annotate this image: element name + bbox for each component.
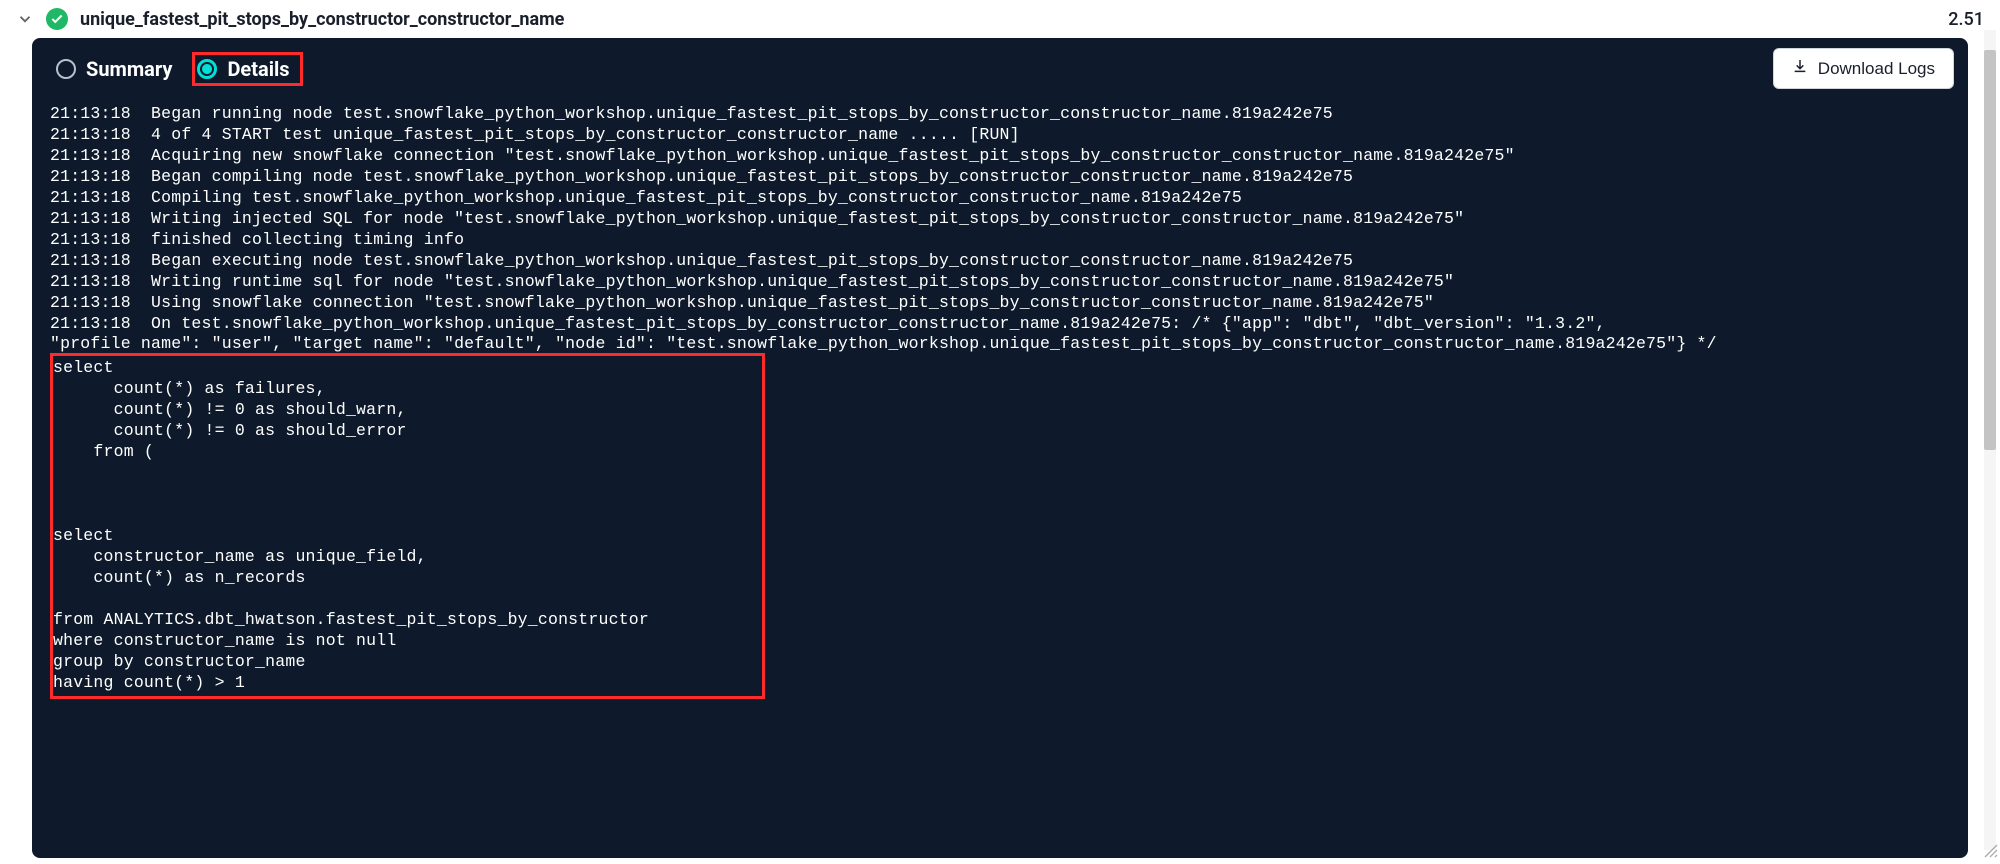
test-header: unique_fastest_pit_stops_by_constructor_… [0,0,2000,38]
download-logs-label: Download Logs [1818,59,1935,79]
console-panel: Summary Details Download Logs 21:13:18 B… [32,38,1968,858]
tab-details-label: Details [227,57,289,81]
tabs-row: Summary Details [50,52,1950,86]
log-output: 21:13:18 Began running node test.snowfla… [50,104,1950,699]
status-check-icon [46,8,68,30]
radio-active-icon [197,59,217,79]
collapse-chevron-icon[interactable] [16,10,34,28]
scrollbar[interactable] [1984,30,1996,850]
tab-details[interactable]: Details [192,52,302,86]
tab-summary-label: Summary [86,57,172,81]
resize-handle-icon[interactable] [1984,843,1998,862]
download-logs-button[interactable]: Download Logs [1773,48,1954,89]
test-title: unique_fastest_pit_stops_by_constructor_… [80,9,1936,30]
radio-icon [56,59,76,79]
log-preamble: 21:13:18 Began running node test.snowfla… [50,104,1717,353]
download-icon [1792,58,1808,79]
tab-summary[interactable]: Summary [50,53,178,85]
log-sql-block: select count(*) as failures, count(*) !=… [50,353,765,698]
elapsed-time: 2.51 [1948,9,1984,30]
scrollbar-thumb[interactable] [1984,50,1996,450]
